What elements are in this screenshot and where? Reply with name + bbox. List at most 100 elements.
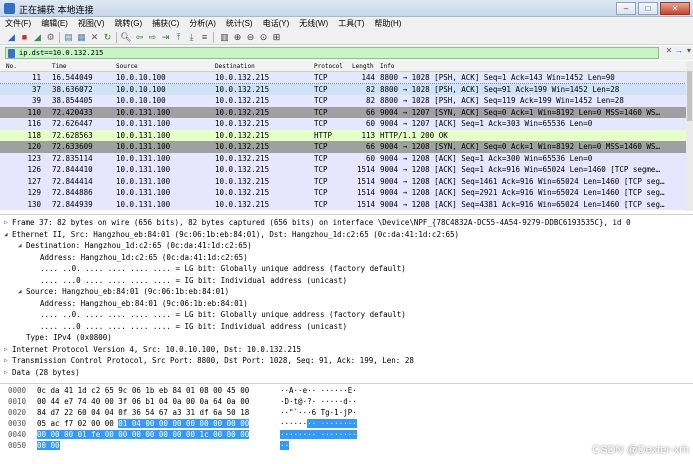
menu-item[interactable]: 工具(T)	[333, 17, 369, 30]
packet-list-scrollbar[interactable]	[686, 61, 693, 211]
detail-line[interactable]: ◢ Source: Hangzhou_eb:84:01 (9c:06:1b:eb:…	[0, 286, 693, 298]
menu-item[interactable]: 文件(F)	[0, 17, 36, 30]
maximize-button[interactable]: □	[638, 2, 658, 15]
find-packet-icon[interactable]: 🔍︎	[120, 32, 131, 43]
close-button[interactable]: ✕	[660, 2, 690, 15]
detail-line[interactable]: ▷ Internet Protocol Version 4, Src: 10.0.…	[0, 344, 693, 356]
expand-arrow-icon[interactable]: ◢	[4, 229, 12, 241]
expand-arrow-icon[interactable]: ▷	[4, 367, 12, 379]
menu-item[interactable]: 无线(W)	[294, 17, 333, 30]
normal-size-icon[interactable]: ⊙	[258, 32, 269, 43]
packet-row[interactable]: 39 38.854405 10.0.10.100 10.0.132.215 TCP 82 8…	[0, 95, 686, 107]
restart-capture-icon[interactable]: ◢	[32, 32, 43, 43]
column-protocol[interactable]: Protocol	[314, 61, 343, 72]
zoom-in-icon[interactable]: ⊕	[232, 32, 243, 43]
packet-row[interactable]: 116 72.626447 10.0.131.100 10.0.132.215 TCP 6…	[0, 118, 686, 130]
detail-line[interactable]: .... ...0 .... .... .... .... = IG bit: …	[0, 275, 693, 287]
packet-row[interactable]: 110 72.420433 10.0.131.100 10.0.132.215 TCP 6…	[0, 106, 686, 118]
expand-arrow-icon[interactable]: ▷	[4, 344, 12, 356]
bookmark-icon[interactable]	[8, 49, 15, 58]
packet-row[interactable]: 127 72.844414 10.0.131.100 10.0.132.215 TCP 1…	[0, 175, 686, 187]
ascii-bytes[interactable]: ········ ········	[280, 429, 357, 440]
expand-arrow-icon[interactable]: ▷	[4, 217, 12, 229]
column-time[interactable]: Time	[52, 61, 66, 72]
menu-item[interactable]: 捕获(C)	[147, 17, 184, 30]
colorize-icon[interactable]: ▥	[219, 32, 230, 43]
detail-line[interactable]: .... ..0. .... .... .... .... = LG bit: …	[0, 263, 693, 275]
detail-line[interactable]: ▷ Frame 37: 82 bytes on wire (656 bits), …	[0, 217, 693, 229]
ascii-plain: ·D·t@·?· ·····d··	[280, 397, 357, 406]
go-back-icon[interactable]: ⇦	[134, 32, 145, 43]
packet-row[interactable]: 123 72.835114 10.0.131.100 10.0.132.215 TCP 6…	[0, 152, 686, 164]
packet-row[interactable]: 130 72.844939 10.0.131.100 10.0.132.215 TCP 1…	[0, 198, 686, 210]
column-source[interactable]: Source	[116, 61, 138, 72]
expand-arrow-icon[interactable]: ◢	[18, 240, 26, 252]
display-filter-input[interactable]: ip.dst==10.0.132.215	[5, 47, 659, 59]
apply-filter-icon[interactable]: →	[674, 46, 684, 56]
detail-line[interactable]: Type: IPv4 (0x0800)	[0, 332, 693, 344]
cell-no: 127	[27, 176, 41, 186]
capture-options-icon[interactable]: ⚙	[45, 32, 56, 43]
open-file-icon[interactable]: ▤	[63, 32, 74, 43]
menu-item[interactable]: 统计(S)	[221, 17, 258, 30]
hex-bytes[interactable]: 05 ac f7 02 00 00 01 04 00 00 00 00 00 0…	[37, 418, 250, 429]
shark-fin-start-icon[interactable]: ◢	[6, 32, 17, 43]
stop-capture-icon[interactable]: ■	[19, 32, 30, 43]
packet-row[interactable]: 120 72.633609 10.0.131.100 10.0.132.215 TCP 6…	[0, 141, 686, 153]
menu-item[interactable]: 跳转(G)	[110, 17, 148, 30]
cell-dst: 10.0.132.215	[215, 130, 270, 140]
hex-plain: 0c da 41 1d c2 65 9c 06 1b eb 84 01 08 0…	[37, 386, 250, 395]
detail-line[interactable]: Address: Hangzhou_eb:84:01 (9c:06:1b:eb:…	[0, 298, 693, 310]
reload-icon[interactable]: ↻	[102, 32, 113, 43]
hex-bytes[interactable]: 00 44 e7 74 40 00 3f 06 b1 04 0a 00 0a 6…	[37, 396, 249, 407]
expand-arrow-icon[interactable]: ◢	[18, 286, 26, 298]
ascii-bytes[interactable]: ········ ········	[280, 418, 357, 429]
minimize-button[interactable]: –	[616, 2, 636, 15]
column-no[interactable]: No.	[6, 61, 17, 72]
menu-item[interactable]: 视图(V)	[73, 17, 110, 30]
hex-bytes[interactable]: 00 00 00 01 fe 00 00 00 00 00 00 00 1c 0…	[37, 429, 250, 440]
cell-dst: 10.0.132.215	[215, 176, 270, 186]
cell-time: 38.636072	[52, 84, 93, 94]
ascii-bytes[interactable]: ··	[280, 440, 290, 451]
clear-filter-icon[interactable]: ✕	[664, 46, 674, 56]
detail-line[interactable]: ▷ Data (28 bytes)	[0, 367, 693, 379]
detail-line[interactable]: Address: Hangzhou_1d:c2:65 (0c:da:41:1d:…	[0, 252, 693, 264]
packet-row[interactable]: 129 72.844886 10.0.131.100 10.0.132.215 TCP 1…	[0, 187, 686, 199]
zoom-out-icon[interactable]: ⊖	[245, 32, 256, 43]
detail-line[interactable]: .... ...0 .... .... .... .... = IG bit: …	[0, 321, 693, 333]
close-file-icon[interactable]: ✕	[89, 32, 100, 43]
filter-text[interactable]: ip.dst==10.0.132.215	[19, 48, 103, 59]
filter-dropdown-icon[interactable]: ▾	[684, 46, 693, 56]
resize-columns-icon[interactable]: ⊞	[271, 32, 282, 43]
scrollbar-thumb[interactable]	[687, 71, 692, 121]
menu-item[interactable]: 编辑(E)	[36, 17, 73, 30]
ascii-bytes[interactable]: ··"`···6 Tg·1·jP·	[280, 407, 357, 418]
column-info[interactable]: Info	[380, 61, 394, 72]
ascii-bytes[interactable]: ··A··e·· ······E·	[280, 385, 357, 396]
last-packet-icon[interactable]: ⤓	[186, 32, 197, 43]
packet-row[interactable]: 126 72.844410 10.0.131.100 10.0.132.215 TCP 1…	[0, 164, 686, 176]
detail-line[interactable]: .... ..0. .... .... .... .... = LG bit: …	[0, 309, 693, 321]
hex-bytes[interactable]: 84 d7 22 60 04 04 0f 36 54 67 a3 31 df 6…	[37, 407, 249, 418]
ascii-bytes[interactable]: ·D·t@·?· ·····d··	[280, 396, 357, 407]
detail-line[interactable]: ◢ Ethernet II, Src: Hangzhou_eb:84:01 (9c…	[0, 229, 693, 241]
save-file-icon[interactable]: ▦	[76, 32, 87, 43]
menu-item[interactable]: 电话(Y)	[258, 17, 295, 30]
menu-item[interactable]: 帮助(H)	[369, 17, 406, 30]
expand-arrow-icon[interactable]: ▷	[4, 355, 12, 367]
column-destination[interactable]: Destination	[215, 61, 255, 72]
first-packet-icon[interactable]: ⤒	[173, 32, 184, 43]
auto-scroll-icon[interactable]: ≡	[199, 32, 210, 43]
detail-line[interactable]: ◢ Destination: Hangzhou_1d:c2:65 (0c:da:4…	[0, 240, 693, 252]
packet-row[interactable]: 11 16.544049 10.0.10.100 10.0.132.215 TCP 144…	[0, 72, 686, 84]
menu-item[interactable]: 分析(A)	[184, 17, 221, 30]
hex-bytes[interactable]: 00 00	[37, 440, 60, 451]
go-forward-icon[interactable]: ⇨	[147, 32, 158, 43]
hex-bytes[interactable]: 0c da 41 1d c2 65 9c 06 1b eb 84 01 08 0…	[37, 385, 249, 396]
column-length[interactable]: Length	[352, 61, 374, 72]
packet-row[interactable]: 118 72.628563 10.0.131.100 10.0.132.215 HTTP…	[0, 129, 686, 141]
detail-line[interactable]: ▷ Transmission Control Protocol, Src Port…	[0, 355, 693, 367]
go-to-packet-icon[interactable]: ⇥	[160, 32, 171, 43]
packet-row[interactable]: 37 38.636072 10.0.10.100 10.0.132.215 TCP 82 8…	[0, 82, 686, 96]
